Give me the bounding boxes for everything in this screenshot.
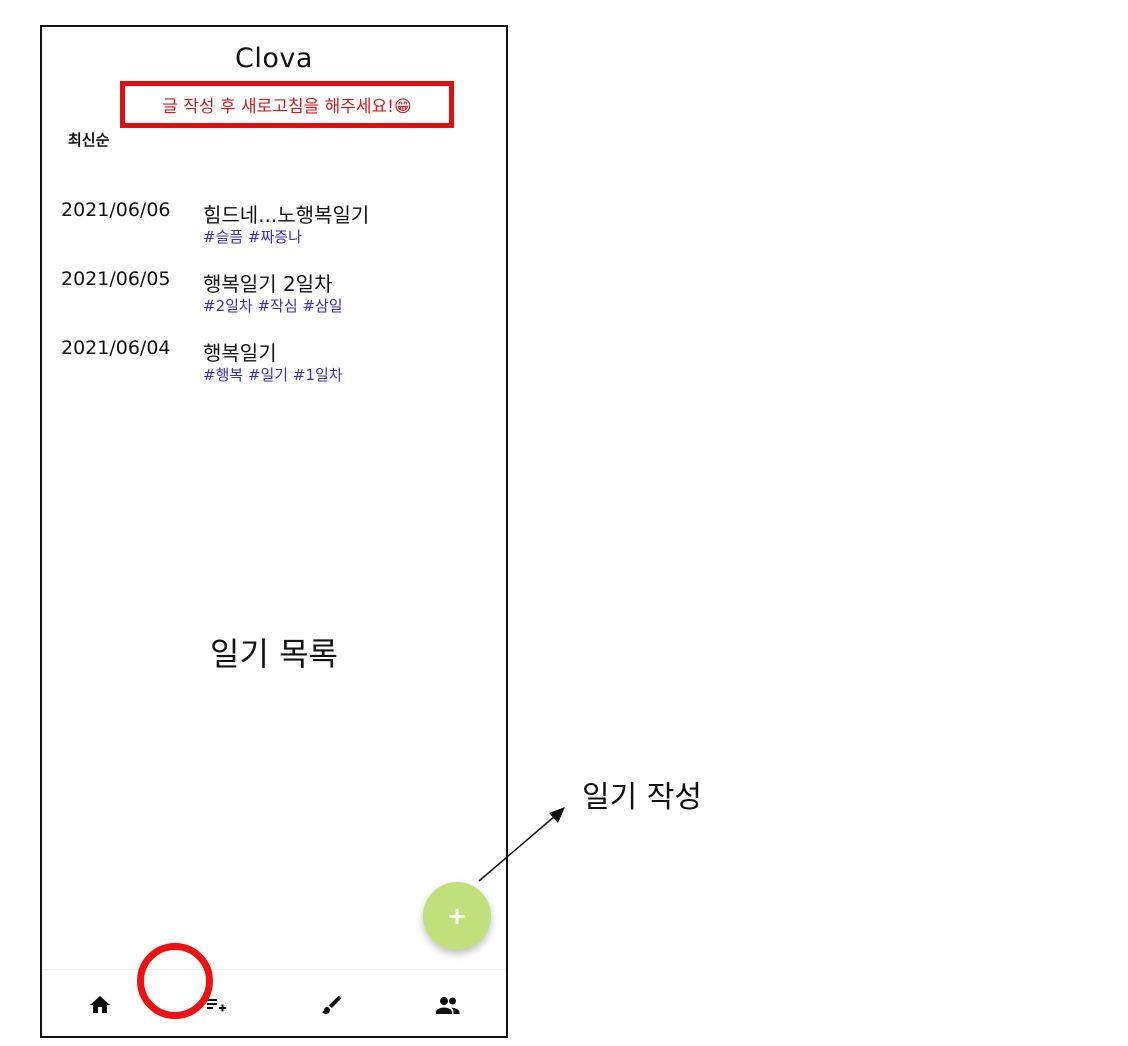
- refresh-notice-text: 글 작성 후 새로고침을 해주세요!😁: [162, 97, 412, 117]
- diary-list-item[interactable]: 2021/06/05 행복일기 2일차 #2일차 #작심 #삼일: [61, 266, 491, 335]
- diary-date: 2021/06/06: [61, 199, 171, 221]
- refresh-notice: 글 작성 후 새로고침을 해주세요!😁: [120, 81, 454, 128]
- phone-screen: Clova 글 작성 후 새로고침을 해주세요!😁 최신순 2021/06/06…: [40, 25, 508, 1038]
- app-title: Clova: [235, 43, 313, 74]
- bottom-navigation: [42, 969, 506, 1036]
- diary-tags: #2일차 #작심 #삼일: [203, 297, 343, 315]
- write-diary-button[interactable]: +: [423, 882, 491, 950]
- diary-date: 2021/06/05: [61, 268, 171, 290]
- plus-icon: +: [446, 902, 468, 930]
- diary-date: 2021/06/04: [61, 337, 171, 359]
- diary-title: 힘드네...노행복일기: [203, 203, 370, 227]
- diary-list-caption: 일기 목록: [210, 635, 338, 673]
- sort-order-latest[interactable]: 최신순: [68, 129, 109, 150]
- brush-icon: [322, 995, 342, 1014]
- diary-title: 행복일기 2일차: [203, 272, 333, 296]
- diary-list-item[interactable]: 2021/06/04 행복일기 #행복 #일기 #1일차: [61, 335, 491, 404]
- diary-list: 2021/06/06 힘드네...노행복일기 #슬픔 #짜증나 2021/06/…: [61, 197, 491, 404]
- diary-list-item[interactable]: 2021/06/06 힘드네...노행복일기 #슬픔 #짜증나: [61, 197, 491, 266]
- diary-tags: #행복 #일기 #1일차: [203, 366, 343, 384]
- annotation-write-diary: 일기 작성: [582, 780, 702, 815]
- nav-write[interactable]: [274, 970, 390, 1036]
- home-icon: [90, 995, 110, 1013]
- people-icon: [436, 996, 460, 1014]
- annotation-arrow: [478, 807, 565, 882]
- diary-title: 행복일기: [203, 341, 277, 365]
- nav-home[interactable]: [42, 970, 158, 1036]
- nav-community[interactable]: [390, 970, 506, 1036]
- diary-tags: #슬픔 #짜증나: [203, 228, 302, 246]
- playlist-add-icon: [207, 998, 226, 1011]
- nav-diary-list[interactable]: [158, 970, 274, 1036]
